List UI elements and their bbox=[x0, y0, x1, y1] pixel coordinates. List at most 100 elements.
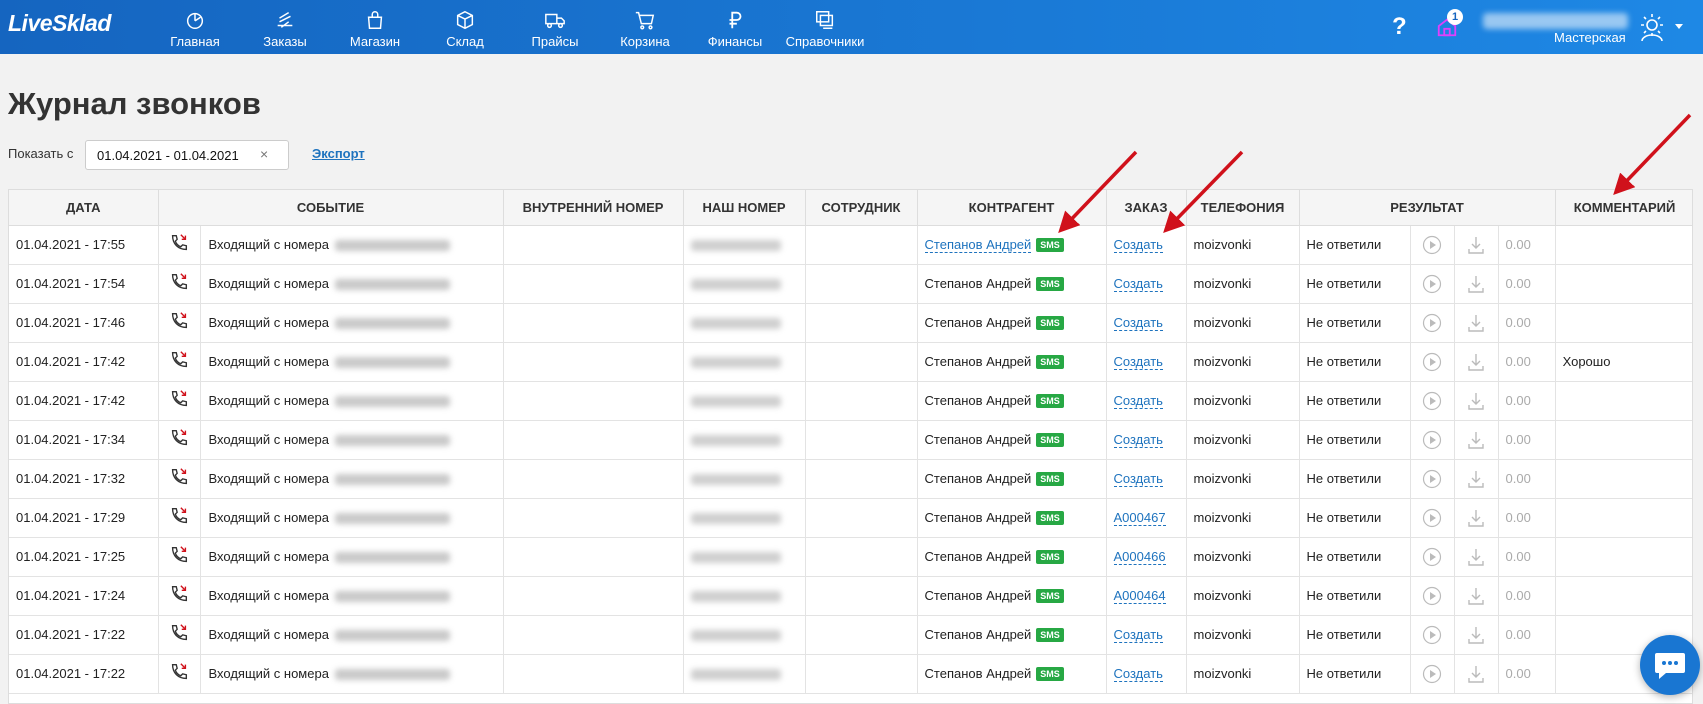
table-row[interactable]: 01.04.2021 - 17:25 Входящий с номера Степа… bbox=[9, 537, 1692, 577]
sms-button[interactable]: SMS bbox=[1036, 550, 1064, 565]
sms-button[interactable]: SMS bbox=[1036, 472, 1064, 487]
play-recording-icon[interactable] bbox=[1422, 625, 1442, 645]
clear-date-icon[interactable]: × bbox=[260, 146, 268, 162]
chevron-down-icon[interactable] bbox=[1675, 24, 1683, 29]
contractor-name[interactable]: Степанов Андрей bbox=[925, 393, 1032, 408]
download-icon[interactable] bbox=[1466, 430, 1486, 450]
order-link[interactable]: Создать bbox=[1113, 471, 1163, 487]
order-link[interactable]: A000464 bbox=[1113, 588, 1166, 604]
order-link[interactable]: Создать bbox=[1113, 354, 1163, 370]
order-link[interactable]: Создать bbox=[1113, 276, 1163, 292]
sms-button[interactable]: SMS bbox=[1036, 277, 1064, 292]
date-range-input[interactable] bbox=[85, 140, 289, 170]
download-icon[interactable] bbox=[1466, 664, 1486, 684]
table-row[interactable]: 01.04.2021 - 17:34 Входящий с номера Степа… bbox=[9, 420, 1692, 460]
download-icon[interactable] bbox=[1466, 469, 1486, 489]
export-link[interactable]: Экспорт bbox=[312, 146, 365, 161]
order-link[interactable]: Создать bbox=[1113, 627, 1163, 643]
col-header-telephony[interactable]: Телефония bbox=[1186, 190, 1300, 226]
chat-button[interactable] bbox=[1640, 635, 1700, 695]
order-link[interactable]: Создать bbox=[1113, 237, 1163, 253]
table-row[interactable]: 01.04.2021 - 17:22 Входящий с номера Степа… bbox=[9, 654, 1692, 694]
sms-button[interactable]: SMS bbox=[1036, 355, 1064, 370]
download-icon[interactable] bbox=[1466, 391, 1486, 411]
nav-item-warehouse[interactable]: Склад bbox=[420, 0, 510, 54]
contractor-name[interactable]: Степанов Андрей bbox=[925, 588, 1032, 603]
contractor-name[interactable]: Степанов Андрей bbox=[925, 276, 1032, 291]
order-link[interactable]: Создать bbox=[1113, 315, 1163, 331]
download-icon[interactable] bbox=[1466, 274, 1486, 294]
comment-cell[interactable] bbox=[1555, 576, 1692, 616]
contractor-name[interactable]: Степанов Андрей bbox=[924, 236, 1032, 253]
contractor-name[interactable]: Степанов Андрей bbox=[925, 432, 1032, 447]
col-header-order[interactable]: Заказ bbox=[1106, 190, 1187, 226]
comment-cell[interactable] bbox=[1555, 537, 1692, 577]
play-recording-icon[interactable] bbox=[1422, 586, 1442, 606]
download-icon[interactable] bbox=[1466, 625, 1486, 645]
workplace-label[interactable]: Мастерская bbox=[1554, 30, 1626, 45]
calls-table-container[interactable]: Дата Событие Внутренний номер Наш номер … bbox=[8, 189, 1693, 704]
play-recording-icon[interactable] bbox=[1422, 391, 1442, 411]
nav-item-cart[interactable]: Корзина bbox=[600, 0, 690, 54]
table-row[interactable]: 01.04.2021 - 17:22 Входящий с номера Степа… bbox=[9, 615, 1692, 655]
order-link[interactable]: Создать bbox=[1113, 432, 1163, 448]
comment-cell[interactable] bbox=[1555, 264, 1692, 304]
gear-user-icon[interactable] bbox=[1636, 12, 1668, 42]
play-recording-icon[interactable] bbox=[1422, 313, 1442, 333]
play-recording-icon[interactable] bbox=[1422, 235, 1442, 255]
nav-item-home[interactable]: Главная bbox=[150, 0, 240, 54]
sms-button[interactable]: SMS bbox=[1036, 667, 1064, 682]
contractor-name[interactable]: Степанов Андрей bbox=[925, 354, 1032, 369]
contractor-name[interactable]: Степанов Андрей bbox=[925, 315, 1032, 330]
col-header-date[interactable]: Дата bbox=[9, 190, 159, 226]
play-recording-icon[interactable] bbox=[1422, 469, 1442, 489]
nav-item-orders[interactable]: Заказы bbox=[240, 0, 330, 54]
nav-item-finance[interactable]: Финансы bbox=[690, 0, 780, 54]
nav-item-shop[interactable]: Магазин bbox=[330, 0, 420, 54]
col-header-result[interactable]: Результат bbox=[1299, 190, 1556, 226]
col-header-event[interactable]: Событие bbox=[158, 190, 504, 226]
comment-cell[interactable] bbox=[1555, 459, 1692, 499]
table-row[interactable]: 01.04.2021 - 17:42 Входящий с номера Степа… bbox=[9, 342, 1692, 382]
comment-cell[interactable] bbox=[1555, 303, 1692, 343]
col-header-comment[interactable]: Комментарий bbox=[1555, 190, 1692, 226]
download-icon[interactable] bbox=[1466, 586, 1486, 606]
nav-item-prices[interactable]: Прайсы bbox=[510, 0, 600, 54]
sms-button[interactable]: SMS bbox=[1036, 433, 1064, 448]
table-row[interactable]: 01.04.2021 - 17:46 Входящий с номера Степа… bbox=[9, 303, 1692, 343]
contractor-name[interactable]: Степанов Андрей bbox=[925, 627, 1032, 642]
contractor-name[interactable]: Степанов Андрей bbox=[925, 549, 1032, 564]
download-icon[interactable] bbox=[1466, 352, 1486, 372]
table-row[interactable]: 01.04.2021 - 17:42 Входящий с номера Степа… bbox=[9, 381, 1692, 421]
order-link[interactable]: A000466 bbox=[1113, 549, 1166, 565]
download-icon[interactable] bbox=[1466, 235, 1486, 255]
sms-button[interactable]: SMS bbox=[1036, 628, 1064, 643]
table-row[interactable]: 01.04.2021 - 17:24 Входящий с номера Степа… bbox=[9, 576, 1692, 616]
comment-cell[interactable] bbox=[1555, 225, 1692, 265]
play-recording-icon[interactable] bbox=[1422, 352, 1442, 372]
sms-button[interactable]: SMS bbox=[1036, 316, 1064, 331]
play-recording-icon[interactable] bbox=[1422, 508, 1442, 528]
col-header-contractor[interactable]: Контрагент bbox=[917, 190, 1107, 226]
comment-cell[interactable] bbox=[1555, 498, 1692, 538]
table-row[interactable]: 01.04.2021 - 17:32 Входящий с номера Степа… bbox=[9, 459, 1692, 499]
play-recording-icon[interactable] bbox=[1422, 274, 1442, 294]
contractor-name[interactable]: Степанов Андрей bbox=[925, 471, 1032, 486]
table-row[interactable]: 01.04.2021 - 17:54 Входящий с номера Степа… bbox=[9, 264, 1692, 304]
download-icon[interactable] bbox=[1466, 313, 1486, 333]
table-row[interactable]: 01.04.2021 - 17:29 Входящий с номера Степа… bbox=[9, 498, 1692, 538]
contractor-name[interactable]: Степанов Андрей bbox=[925, 666, 1032, 681]
col-header-employee[interactable]: Сотрудник bbox=[805, 190, 918, 226]
sms-button[interactable]: SMS bbox=[1036, 238, 1064, 253]
comment-cell[interactable] bbox=[1555, 420, 1692, 460]
col-header-internal-number[interactable]: Внутренний номер bbox=[503, 190, 684, 226]
order-link[interactable]: Создать bbox=[1113, 393, 1163, 409]
download-icon[interactable] bbox=[1466, 508, 1486, 528]
contractor-name[interactable]: Степанов Андрей bbox=[925, 510, 1032, 525]
play-recording-icon[interactable] bbox=[1422, 664, 1442, 684]
user-name-blurred[interactable] bbox=[1483, 13, 1628, 29]
app-logo[interactable]: LiveSklad bbox=[8, 10, 111, 37]
comment-cell[interactable] bbox=[1555, 381, 1692, 421]
play-recording-icon[interactable] bbox=[1422, 547, 1442, 567]
play-recording-icon[interactable] bbox=[1422, 430, 1442, 450]
